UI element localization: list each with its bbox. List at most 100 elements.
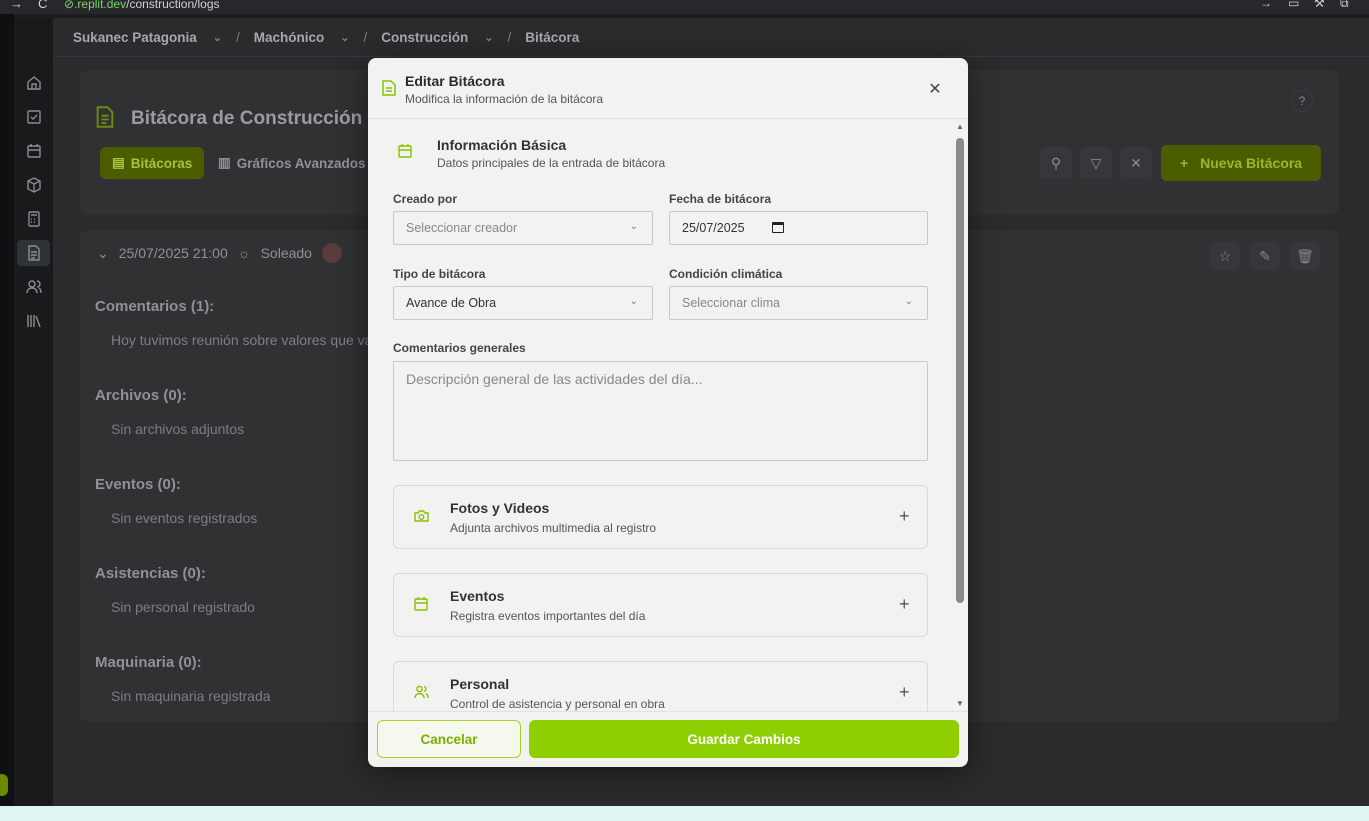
monitor-icon[interactable]: ▭	[1288, 0, 1299, 10]
accordion-fotos-videos[interactable]: Fotos y Videos Adjunta archivos multimed…	[393, 485, 928, 549]
section-title: Eventos (0):	[95, 476, 181, 493]
calendar-icon	[398, 144, 412, 163]
scroll-down-icon[interactable]: ▼	[955, 699, 965, 709]
dialog-footer: Cancelar Guardar Cambios	[368, 711, 968, 767]
plus-icon[interactable]: +	[899, 506, 910, 527]
dialog-title: Editar Bitácora	[405, 73, 505, 89]
browser-toolbar: → C ⊘.replit.dev/construction/logs → ▭ ⚒…	[0, 0, 1369, 14]
calendar-icon[interactable]	[14, 138, 53, 164]
edit-icon[interactable]: ✎	[1250, 241, 1280, 271]
accordion-eventos[interactable]: Eventos Registra eventos importantes del…	[393, 573, 928, 637]
reload-icon[interactable]: C	[38, 0, 47, 11]
accordion-title: Eventos	[450, 588, 505, 604]
forward-icon[interactable]: →	[10, 0, 23, 11]
chevron-down-icon: ⌄	[629, 221, 638, 232]
filter-icon: ▽	[1090, 154, 1102, 171]
dialog-body[interactable]: ▲ ▼ Información Básica Datos principales…	[368, 119, 968, 711]
date-value: 25/07/2025	[682, 221, 745, 235]
avatar	[321, 243, 342, 263]
star-icon[interactable]: ☆	[1210, 241, 1240, 271]
calculator-icon[interactable]	[14, 206, 53, 232]
tab-bitacoras[interactable]: ▤ Bitácoras	[100, 147, 205, 179]
entry-datetime: 25/07/2025 21:00	[118, 245, 228, 261]
chevron-down-icon[interactable]: ⌄	[213, 31, 222, 44]
address-bar[interactable]: ⊘.replit.dev/construction/logs	[64, 0, 220, 11]
scrollbar-thumb[interactable]	[956, 138, 964, 603]
section-text: Sin eventos registrados	[111, 510, 258, 526]
clima-label: Condición climática	[669, 267, 783, 281]
comentarios-textarea[interactable]: Descripción general de las actividades d…	[393, 361, 928, 461]
section-text: Sin personal registrado	[111, 599, 255, 615]
clima-select[interactable]: Seleccionar clima ⌄	[669, 286, 928, 320]
entry-header[interactable]: ⌄ 25/07/2025 21:00 ☼ Soleado	[97, 243, 342, 263]
breadcrumb-item[interactable]: Construcción	[381, 30, 468, 45]
help-icon[interactable]: ?	[1291, 90, 1313, 112]
section-title: Archivos (0):	[95, 387, 187, 404]
tipo-select[interactable]: Avance de Obra ⌄	[393, 286, 653, 320]
accordion-subtitle: Adjunta archivos multimedia al registro	[450, 521, 657, 535]
filter-button[interactable]: ▽	[1080, 147, 1112, 179]
plus-icon[interactable]: +	[899, 594, 910, 615]
search-icon: ⚲	[1050, 154, 1062, 171]
checklist-icon[interactable]	[14, 104, 53, 130]
sun-icon: ☼	[237, 245, 251, 261]
url-domain: replit.dev	[77, 0, 127, 11]
breadcrumb-item[interactable]: Machónico	[254, 30, 325, 45]
creado-por-label: Creado por	[393, 192, 458, 206]
calendar-picker-icon[interactable]	[772, 222, 784, 233]
clear-button[interactable]: ✕	[1120, 147, 1152, 179]
library-icon[interactable]	[14, 308, 53, 334]
fecha-input[interactable]: 25/07/2025	[669, 211, 928, 245]
chevron-down-icon[interactable]: ⌄	[97, 245, 109, 262]
entry-actions: ☆ ✎ 🗑	[1210, 241, 1320, 271]
tools-icon[interactable]: ⚒	[1314, 0, 1325, 10]
edit-bitacora-dialog: Editar Bitácora Modifica la información …	[368, 58, 968, 767]
sidebar	[14, 18, 53, 806]
breadcrumb-item-current: Bitácora	[525, 29, 580, 45]
breadcrumb: Sukanec Patagonia ⌄ / Machónico ⌄ / Constr…	[73, 18, 579, 56]
chevron-down-icon[interactable]: ⌄	[340, 31, 349, 44]
search-button[interactable]: ⚲	[1040, 147, 1072, 179]
link-icon: ⊘	[64, 0, 75, 11]
breadcrumb-item[interactable]: Sukanec Patagonia	[73, 30, 197, 45]
home-icon[interactable]	[14, 70, 53, 96]
section-title: Asistencias (0):	[95, 565, 206, 582]
fecha-label: Fecha de bitácora	[669, 192, 772, 206]
creado-por-select[interactable]: Seleccionar creador ⌄	[393, 211, 653, 245]
accordion-personal[interactable]: Personal Control de asistencia y persona…	[393, 661, 928, 711]
url-path: /construction/logs	[126, 0, 220, 11]
divider	[53, 56, 1369, 57]
save-button[interactable]: Guardar Cambios	[529, 720, 959, 758]
select-placeholder: Seleccionar clima	[682, 296, 780, 310]
section-title: Maquinaria (0):	[95, 654, 202, 671]
close-icon[interactable]: ✕	[924, 78, 946, 100]
comentarios-label: Comentarios generales	[393, 341, 526, 355]
arrow-right-icon[interactable]: →	[1260, 0, 1272, 10]
scroll-up-icon[interactable]: ▲	[955, 122, 965, 132]
external-link-icon[interactable]: ⧉	[1340, 0, 1349, 11]
scrollbar[interactable]: ▲ ▼	[955, 122, 965, 709]
box-icon[interactable]	[14, 172, 53, 198]
accordion-subtitle: Registra eventos importantes del día	[450, 609, 646, 623]
users-icon[interactable]	[14, 274, 53, 300]
textarea-placeholder: Descripción general de las actividades d…	[406, 371, 703, 387]
section-text: Sin archivos adjuntos	[111, 421, 245, 437]
plus-icon: +	[1179, 155, 1189, 171]
chevron-down-icon: ⌄	[629, 296, 638, 307]
chevron-down-icon[interactable]: ⌄	[484, 31, 493, 44]
trash-icon[interactable]: 🗑	[1290, 241, 1320, 271]
dialog-subtitle: Modifica la información de la bitácora	[405, 92, 604, 106]
bottom-strip	[0, 806, 1369, 821]
calendar-icon	[414, 597, 428, 616]
breadcrumb-separator: /	[507, 29, 512, 45]
status-dot	[0, 774, 8, 796]
document-icon[interactable]	[17, 240, 50, 266]
section-text: Hoy tuvimos reunión sobre valores que va	[111, 332, 373, 348]
bar-chart-icon: ▥	[218, 155, 231, 170]
section-title: Comentarios (1):	[95, 298, 215, 315]
cancel-button[interactable]: Cancelar	[377, 720, 521, 758]
select-placeholder: Seleccionar creador	[406, 221, 518, 235]
plus-icon[interactable]: +	[899, 682, 910, 703]
tab-graficos[interactable]: ▥ Gráficos Avanzados	[210, 147, 378, 179]
new-bitacora-button[interactable]: + Nueva Bitácora	[1161, 145, 1321, 181]
